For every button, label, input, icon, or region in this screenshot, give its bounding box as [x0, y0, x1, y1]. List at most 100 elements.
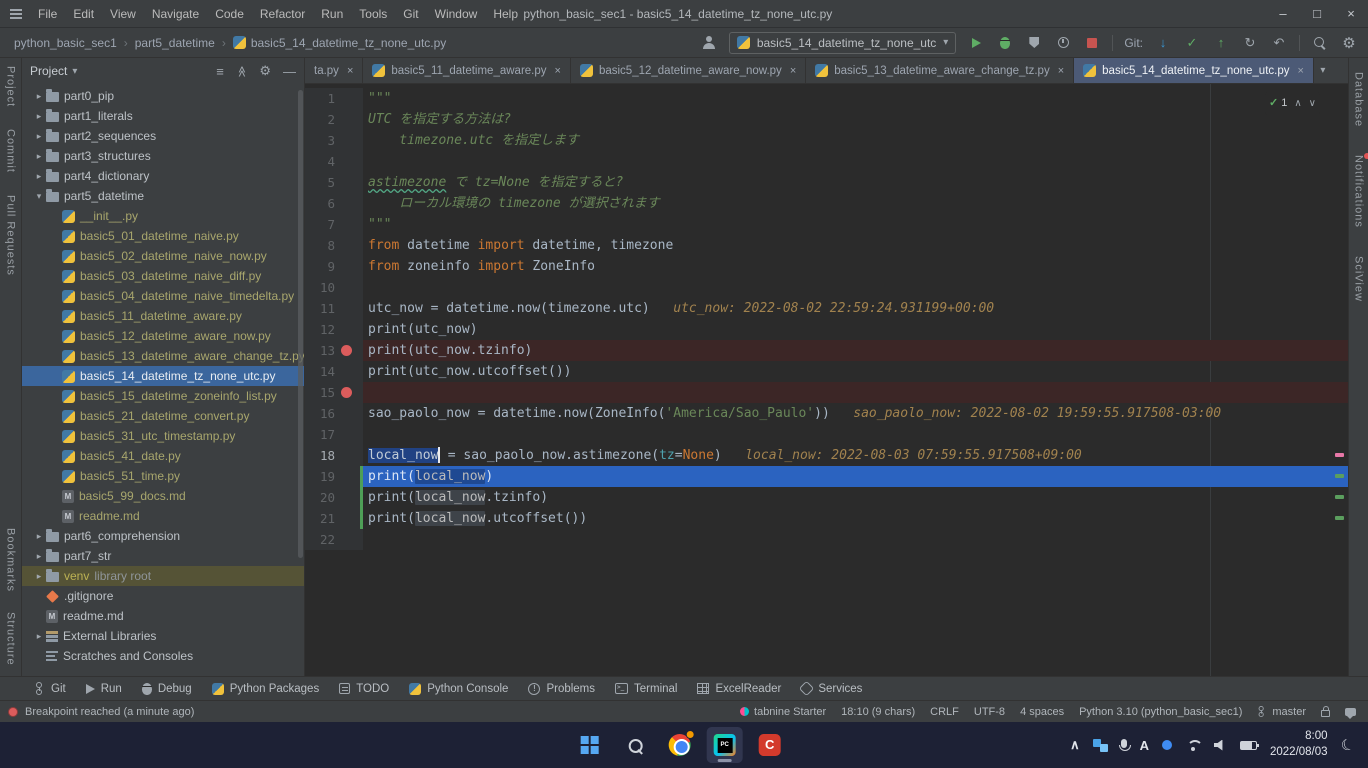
run-button[interactable] — [967, 33, 985, 53]
menu-file[interactable]: File — [30, 2, 65, 26]
gutter-line-1[interactable]: 1 — [305, 88, 363, 109]
code-line-20[interactable]: 20print(local_now.tzinfo) — [305, 487, 1348, 508]
code-line-5[interactable]: 5astimezone で tz=None を指定すると? — [305, 172, 1348, 193]
code-line-8[interactable]: 8from datetime import datetime, timezone — [305, 235, 1348, 256]
editor-tab-basic5_14_datetime_tz_none_utc.py[interactable]: basic5_14_datetime_tz_none_utc.py× — [1074, 58, 1314, 83]
tree-item-venv[interactable]: ▸venvlibrary root — [22, 566, 304, 586]
update-project-button[interactable]: ↓ — [1154, 33, 1172, 53]
gutter-line-12[interactable]: 12 — [305, 319, 363, 340]
menu-refactor[interactable]: Refactor — [252, 2, 313, 26]
tree-chevron-icon[interactable]: ▸ — [32, 131, 46, 142]
battery-icon[interactable] — [1240, 741, 1257, 750]
code-line-1[interactable]: 1""" — [305, 88, 1348, 109]
breakpoint-icon[interactable] — [341, 345, 352, 356]
editor-tab-basic5_13_datetime_aware_change_tz.py[interactable]: basic5_13_datetime_aware_change_tz.py× — [806, 58, 1074, 83]
gutter-line-17[interactable]: 17 — [305, 424, 363, 445]
code-line-12[interactable]: 12print(utc_now) — [305, 319, 1348, 340]
hidden-icons-chevron[interactable]: ∧ — [1070, 737, 1080, 753]
tree-item-part5_datetime[interactable]: ▾part5_datetime — [22, 186, 304, 206]
tree-item-basic5_99_docs.md[interactable]: Mbasic5_99_docs.md — [22, 486, 304, 506]
mic-icon[interactable] — [1121, 739, 1127, 751]
project-scrollbar[interactable] — [298, 90, 303, 558]
gutter-line-22[interactable]: 22 — [305, 529, 363, 550]
tool-stripe-bookmarks[interactable]: Bookmarks — [5, 528, 17, 592]
taskbar-search-icon[interactable] — [617, 727, 653, 763]
profiler-button[interactable] — [1054, 33, 1072, 53]
chevron-down-icon[interactable]: ▾ — [1314, 61, 1332, 81]
tree-chevron-icon[interactable]: ▸ — [32, 571, 46, 582]
tree-item-part7_str[interactable]: ▸part7_str — [22, 546, 304, 566]
tree-item-basic5_41_date.py[interactable]: basic5_41_date.py — [22, 446, 304, 466]
tree-item-basic5_01_datetime_naive.py[interactable]: basic5_01_datetime_naive.py — [22, 226, 304, 246]
tool-stripe-database[interactable]: Database — [1353, 72, 1365, 127]
tree-item-scratches-and-consoles[interactable]: Scratches and Consoles — [22, 646, 304, 666]
toolwindow-problems[interactable]: !Problems — [519, 677, 604, 700]
gutter-line-8[interactable]: 8 — [305, 235, 363, 256]
chrome-icon[interactable] — [662, 727, 698, 763]
gutter-line-15[interactable]: 15 — [305, 382, 363, 403]
menu-window[interactable]: Window — [427, 2, 486, 26]
status-tabnine[interactable]: tabnine Starter — [740, 706, 826, 718]
close-icon[interactable]: × — [790, 65, 796, 77]
tree-item-__init__.py[interactable]: __init__.py — [22, 206, 304, 226]
search-everywhere-button[interactable] — [1311, 33, 1329, 53]
toolwindow-python-packages[interactable]: Python Packages — [203, 677, 329, 700]
editor-tab-basic5_11_datetime_aware.py[interactable]: basic5_11_datetime_aware.py× — [363, 58, 571, 83]
code-line-17[interactable]: 17 — [305, 424, 1348, 445]
breadcrumb-item[interactable]: python_basic_sec1 — [14, 36, 117, 50]
tree-item-basic5_31_utc_timestamp.py[interactable]: basic5_31_utc_timestamp.py — [22, 426, 304, 446]
breadcrumb-item[interactable]: basic5_14_datetime_tz_none_utc.py — [233, 36, 446, 50]
tree-chevron-icon[interactable]: ▸ — [32, 111, 46, 122]
history-button[interactable]: ↻ — [1241, 33, 1259, 53]
status-master[interactable]: master — [1257, 705, 1306, 718]
app-c-icon[interactable]: C — [752, 727, 788, 763]
code-editor[interactable]: 1"""2UTC を指定する方法は?3 timezone.utc を指定します4… — [305, 84, 1348, 676]
rollback-button[interactable]: ↶ — [1270, 33, 1288, 53]
tree-item-part1_literals[interactable]: ▸part1_literals — [22, 106, 304, 126]
tree-item-.gitignore[interactable]: .gitignore — [22, 586, 304, 606]
settings-button[interactable]: ⚙ — [1340, 33, 1358, 53]
toolwindow-python-console[interactable]: Python Console — [400, 677, 517, 700]
user-icon[interactable] — [700, 33, 718, 53]
status-18:10[interactable]: 18:10 (9 chars) — [841, 706, 915, 718]
gutter-line-19[interactable]: 19 — [305, 466, 363, 487]
gutter-line-3[interactable]: 3 — [305, 130, 363, 151]
toolwindow-services[interactable]: Services — [792, 677, 871, 700]
hide-panel-icon[interactable]: — — [283, 64, 296, 79]
chevron-down-icon[interactable]: ▾ — [72, 66, 77, 77]
next-problem-icon[interactable]: ∨ — [1309, 93, 1316, 114]
status-crlf[interactable]: CRLF — [930, 706, 959, 718]
gutter-line-13[interactable]: 13 — [305, 340, 363, 361]
gutter-line-16[interactable]: 16 — [305, 403, 363, 424]
notification-bubble-icon[interactable] — [1345, 708, 1356, 716]
error-stripe-mark[interactable] — [1335, 474, 1344, 478]
gutter-line-5[interactable]: 5 — [305, 172, 363, 193]
tree-item-basic5_21_datetime_convert.py[interactable]: basic5_21_datetime_convert.py — [22, 406, 304, 426]
gutter-line-6[interactable]: 6 — [305, 193, 363, 214]
focus-assist-moon-icon[interactable]: ☾ — [1338, 736, 1356, 755]
tree-chevron-icon[interactable]: ▸ — [32, 551, 46, 562]
gutter-line-20[interactable]: 20 — [305, 487, 363, 508]
toolwindow-run[interactable]: Run — [77, 677, 131, 700]
error-stripe-mark[interactable] — [1335, 495, 1344, 499]
tool-stripe-sciview[interactable]: SciView — [1353, 256, 1365, 302]
tree-item-part4_dictionary[interactable]: ▸part4_dictionary — [22, 166, 304, 186]
tree-item-basic5_03_datetime_naive_diff.py[interactable]: basic5_03_datetime_naive_diff.py — [22, 266, 304, 286]
gear-icon[interactable]: ⚙ — [259, 63, 271, 79]
lock-icon[interactable] — [1321, 706, 1330, 717]
tree-item-part3_structures[interactable]: ▸part3_structures — [22, 146, 304, 166]
tray-dot-icon[interactable] — [1162, 740, 1172, 750]
stop-button[interactable] — [1083, 33, 1101, 53]
gutter-line-10[interactable]: 10 — [305, 277, 363, 298]
code-line-18[interactable]: 18local_now = sao_paolo_now.astimezone(t… — [305, 445, 1348, 466]
tree-item-basic5_11_datetime_aware.py[interactable]: basic5_11_datetime_aware.py — [22, 306, 304, 326]
toolwindow-excelreader[interactable]: ExcelReader — [688, 677, 790, 700]
prev-problem-icon[interactable]: ∧ — [1294, 93, 1301, 114]
tool-stripe-pull-requests[interactable]: Pull Requests — [5, 195, 17, 276]
start-icon[interactable] — [572, 727, 608, 763]
menu-git[interactable]: Git — [395, 2, 426, 26]
code-line-13[interactable]: 13print(utc_now.tzinfo) — [305, 340, 1348, 361]
tool-stripe-structure[interactable]: Structure — [5, 612, 17, 666]
gutter-line-4[interactable]: 4 — [305, 151, 363, 172]
menu-code[interactable]: Code — [207, 2, 252, 26]
